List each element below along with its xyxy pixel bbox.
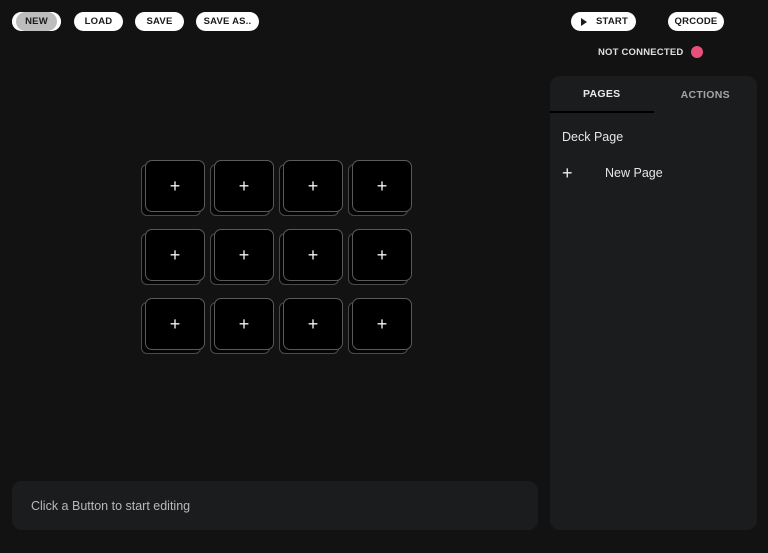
deck-key[interactable]: +: [279, 160, 343, 220]
connection-status: NOT CONNECTED: [598, 46, 704, 58]
save-as-button[interactable]: SAVE AS..: [196, 12, 259, 31]
load-button-label: LOAD: [84, 16, 113, 27]
deck-key[interactable]: +: [141, 298, 205, 358]
plus-icon: +: [169, 244, 181, 265]
new-button-label: NEW: [25, 16, 48, 27]
deck-key-face: +: [214, 229, 274, 281]
save-button[interactable]: SAVE: [135, 12, 184, 31]
qrcode-button-label: QRCODE: [674, 16, 718, 27]
deck-key[interactable]: +: [210, 160, 274, 220]
new-button[interactable]: NEW: [12, 12, 61, 31]
plus-icon: +: [376, 244, 388, 265]
deck-key[interactable]: +: [348, 298, 412, 358]
deck-key[interactable]: +: [348, 229, 412, 289]
tab-pages-label: PAGES: [583, 87, 621, 100]
deck-key[interactable]: +: [348, 160, 412, 220]
deck-key[interactable]: +: [141, 160, 205, 220]
plus-icon: +: [307, 244, 319, 265]
plus-icon: +: [238, 313, 250, 334]
deck-grid: + + + + + + + + + + + +: [141, 160, 412, 362]
plus-icon: +: [238, 244, 250, 265]
plus-icon: +: [169, 175, 181, 196]
deck-key-face: +: [145, 298, 205, 350]
deck-key-face: +: [283, 229, 343, 281]
qrcode-button[interactable]: QRCODE: [668, 12, 724, 31]
plus-icon: +: [238, 175, 250, 196]
deck-key[interactable]: +: [210, 298, 274, 358]
tab-pages[interactable]: PAGES: [550, 76, 654, 113]
load-button[interactable]: LOAD: [74, 12, 123, 31]
deck-key[interactable]: +: [279, 298, 343, 358]
plus-icon: +: [307, 313, 319, 334]
page-item-deck-page[interactable]: Deck Page: [550, 119, 757, 155]
page-item-label: Deck Page: [562, 130, 624, 144]
deck-key-face: +: [145, 229, 205, 281]
play-icon: [581, 17, 587, 26]
plus-icon: +: [376, 313, 388, 334]
side-panel: PAGES ACTIONS Deck Page + New Page: [550, 76, 757, 530]
deck-key[interactable]: +: [210, 229, 274, 289]
plus-icon: +: [169, 313, 181, 334]
deck-key-face: +: [214, 298, 274, 350]
status-dot-icon: [691, 46, 704, 58]
deck-key-face: +: [352, 160, 412, 212]
editor-placeholder: Click a Button to start editing: [31, 498, 191, 513]
deck-key[interactable]: +: [279, 229, 343, 289]
save-button-label: SAVE: [146, 16, 173, 27]
deck-key-face: +: [352, 298, 412, 350]
panel-tabs: PAGES ACTIONS: [550, 76, 757, 113]
deck-key-face: +: [214, 160, 274, 212]
save-as-button-label: SAVE AS..: [203, 16, 252, 27]
new-page-label: New Page: [605, 166, 663, 180]
deck-key-face: +: [352, 229, 412, 281]
plus-icon: +: [376, 175, 388, 196]
deck-key-face: +: [145, 160, 205, 212]
tab-actions-label: ACTIONS: [680, 88, 730, 101]
plus-icon: +: [307, 175, 319, 196]
new-page-button[interactable]: + New Page: [550, 155, 757, 191]
tab-actions[interactable]: ACTIONS: [654, 76, 758, 113]
editor-panel: Click a Button to start editing: [12, 481, 538, 530]
connection-status-text: NOT CONNECTED: [598, 46, 684, 58]
deck-key[interactable]: +: [141, 229, 205, 289]
start-button-label: START: [596, 16, 628, 27]
deck-key-face: +: [283, 298, 343, 350]
deck-key-face: +: [283, 160, 343, 212]
plus-icon: +: [562, 162, 573, 183]
start-button[interactable]: START: [571, 12, 636, 31]
